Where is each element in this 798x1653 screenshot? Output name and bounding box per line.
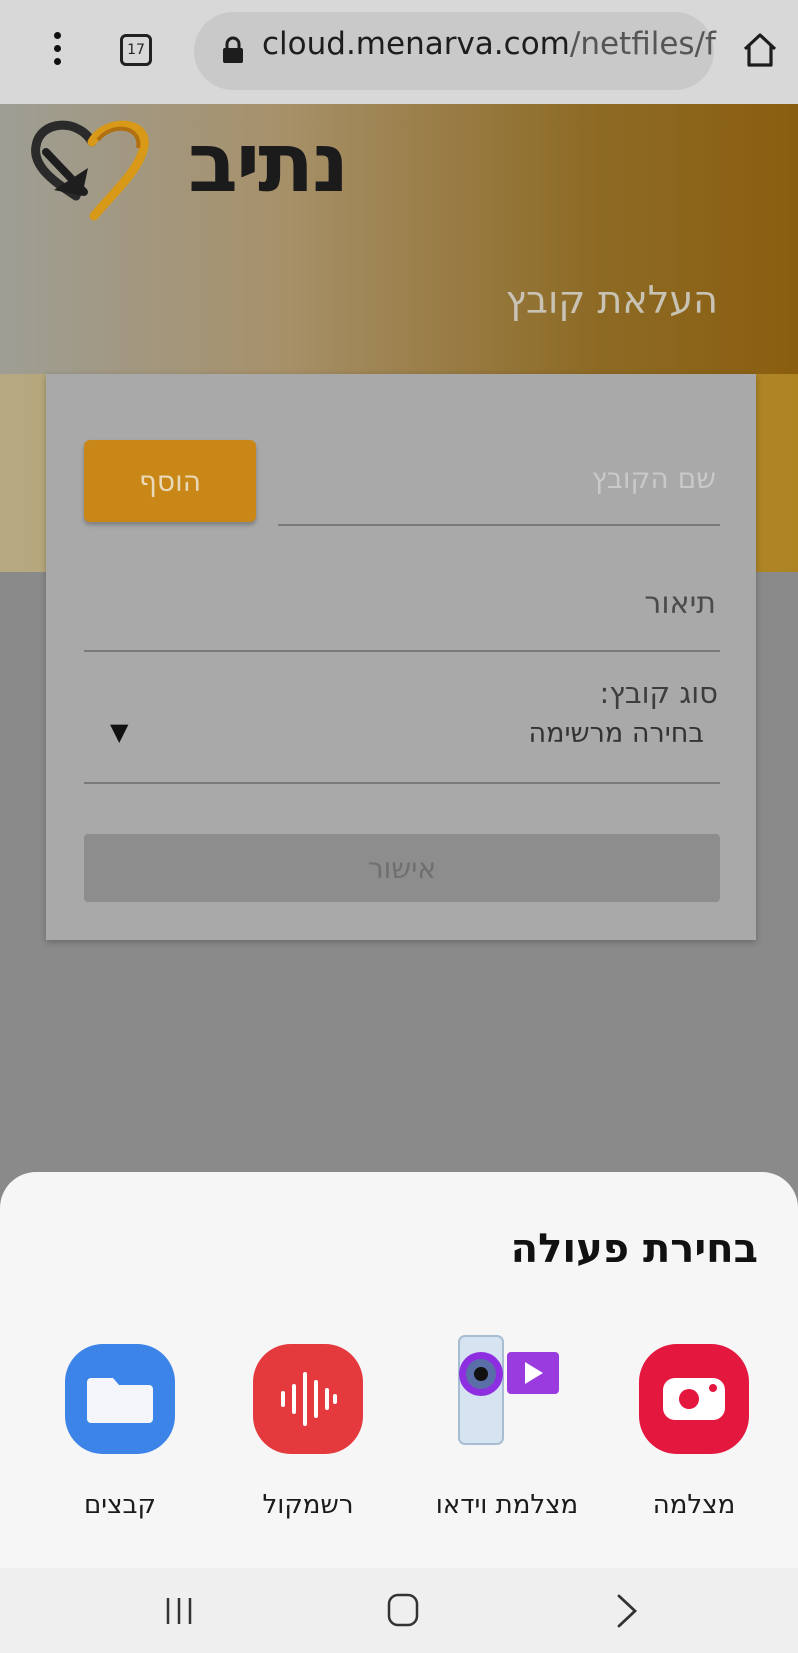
logo-text: נתיב [188, 116, 349, 211]
app-label: מצלמה [652, 1490, 736, 1520]
file-type-value: בחירה מרשימה [528, 718, 704, 749]
tab-switcher-button[interactable]: 17 [120, 34, 152, 66]
back-nav-icon[interactable] [614, 1592, 640, 1630]
app-label: רשמקול [262, 1490, 354, 1520]
description-label: תיאור [644, 586, 716, 621]
more-options-icon[interactable] [46, 28, 68, 74]
home-icon[interactable] [740, 30, 780, 70]
url-path: /netfiles/f [569, 26, 716, 62]
app-camera[interactable]: מצלמה [614, 1344, 774, 1520]
app-files[interactable]: קבצים [40, 1344, 200, 1520]
screen: 17 cloud.menarva.com/netfiles/f נתיב העל… [0, 0, 798, 1653]
files-icon [65, 1344, 175, 1454]
url-text[interactable]: cloud.menarva.com/netfiles/f [262, 26, 716, 62]
app-label: קבצים [84, 1490, 156, 1520]
file-type-label: סוג קובץ: [599, 676, 718, 710]
filename-field[interactable]: שם הקובץ [278, 444, 720, 526]
logo: נתיב [28, 112, 349, 232]
video-camera-icon [447, 1335, 567, 1454]
add-button[interactable]: הוסף [84, 440, 256, 522]
app-video-camera[interactable]: מצלמת וידאו [418, 1335, 596, 1520]
app-label: מצלמת וידאו [435, 1490, 579, 1520]
sheet-title: בחירת פעולה [510, 1226, 758, 1272]
app-voice-recorder[interactable]: רשמקול [228, 1344, 388, 1520]
camera-icon [639, 1344, 749, 1454]
file-type-select[interactable]: בחירה מרשימה ▼ [84, 718, 720, 784]
browser-toolbar: 17 cloud.menarva.com/netfiles/f [0, 0, 798, 104]
system-navigation-bar [0, 1568, 798, 1653]
upload-form-card: הוסף שם הקובץ תיאור סוג קובץ: בחירה מרשי… [46, 374, 756, 940]
heart-arrow-logo-icon [31, 120, 149, 221]
home-nav-icon[interactable] [386, 1592, 420, 1628]
voice-recorder-icon [253, 1344, 363, 1454]
confirm-button[interactable]: אישור [84, 834, 720, 902]
dropdown-arrow-icon: ▼ [110, 718, 129, 746]
filename-placeholder: שם הקובץ [591, 462, 716, 495]
url-host: cloud.menarva.com [262, 26, 570, 62]
lock-icon [223, 36, 243, 63]
page-title: העלאת קובץ [505, 278, 718, 322]
description-field[interactable]: תיאור [84, 572, 720, 652]
recent-apps-icon[interactable] [162, 1594, 196, 1628]
